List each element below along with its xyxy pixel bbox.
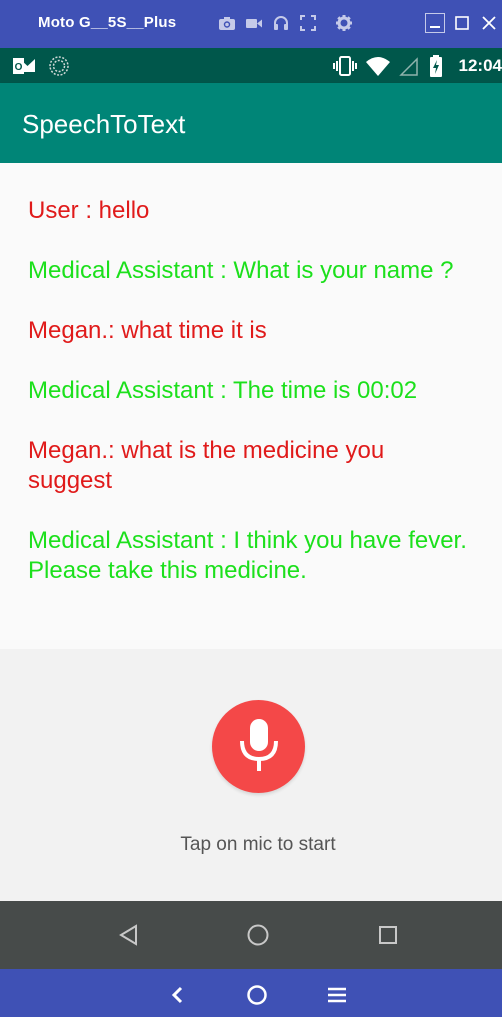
window-controls (421, 12, 502, 34)
conversation-list: User : hello Medical Assistant : What is… (0, 163, 502, 649)
message-user: Megan.: what time it is (28, 317, 267, 344)
status-bar: O 12:04 (0, 48, 502, 83)
emulator-control-bar (0, 969, 502, 1017)
home-icon (247, 924, 269, 946)
message-assistant: Medical Assistant : I think you have fev… (28, 527, 474, 584)
message-assistant: Medical Assistant : What is your name ? (28, 257, 454, 284)
emulator-title-bar: Moto G__5S__Plus (0, 0, 502, 48)
message-assistant: Medical Assistant : The time is 00:02 (28, 377, 418, 404)
message-user: Megan.: what is the medicine you suggest (28, 437, 391, 494)
nav-home-button[interactable] (246, 923, 270, 947)
app-bar: SpeechToText (0, 83, 502, 163)
fullscreen-icon[interactable] (299, 14, 317, 32)
back-triangle-icon (119, 924, 137, 946)
minimize-button[interactable] (421, 12, 448, 34)
android-nav-bar (0, 901, 502, 969)
menu-icon (328, 987, 346, 1003)
nav-recents-button[interactable] (376, 923, 400, 947)
minimize-icon (424, 13, 445, 33)
video-icon[interactable] (245, 14, 263, 32)
emulator-menu-button[interactable] (325, 983, 349, 1007)
nav-back-button[interactable] (116, 923, 140, 947)
maximize-icon (454, 16, 469, 30)
emulator-toolbar (218, 12, 353, 34)
emulator-home-button[interactable] (245, 983, 269, 1007)
mic-button[interactable] (212, 700, 305, 793)
home-circle-icon (247, 985, 267, 1005)
message-user: User : hello (28, 197, 150, 224)
microphone-icon (239, 718, 278, 771)
device-title: Moto G__5S__Plus (38, 14, 177, 31)
gear-icon[interactable] (335, 14, 353, 32)
camera-icon[interactable] (218, 14, 236, 32)
headset-icon[interactable] (272, 14, 290, 32)
status-notifications: O (12, 55, 70, 77)
battery-icon (429, 55, 442, 77)
mic-panel: Tap on mic to start (0, 649, 502, 901)
outlook-icon: O (13, 58, 35, 74)
close-button[interactable] (475, 12, 502, 34)
recents-icon (379, 926, 397, 944)
maximize-button[interactable] (448, 12, 475, 34)
mic-hint: Tap on mic to start (180, 834, 336, 855)
close-icon (481, 16, 496, 30)
sync-icon (49, 56, 69, 76)
wifi-icon (365, 57, 390, 76)
status-time: 12:04 (458, 56, 502, 75)
back-chevron-icon (171, 986, 183, 1004)
app-title: SpeechToText (22, 109, 186, 139)
emulator-back-button[interactable] (165, 983, 189, 1007)
status-icons: 12:04 (332, 54, 502, 78)
vibrate-icon (332, 56, 357, 76)
svg-text:O: O (15, 62, 23, 73)
signal-icon (398, 57, 418, 76)
